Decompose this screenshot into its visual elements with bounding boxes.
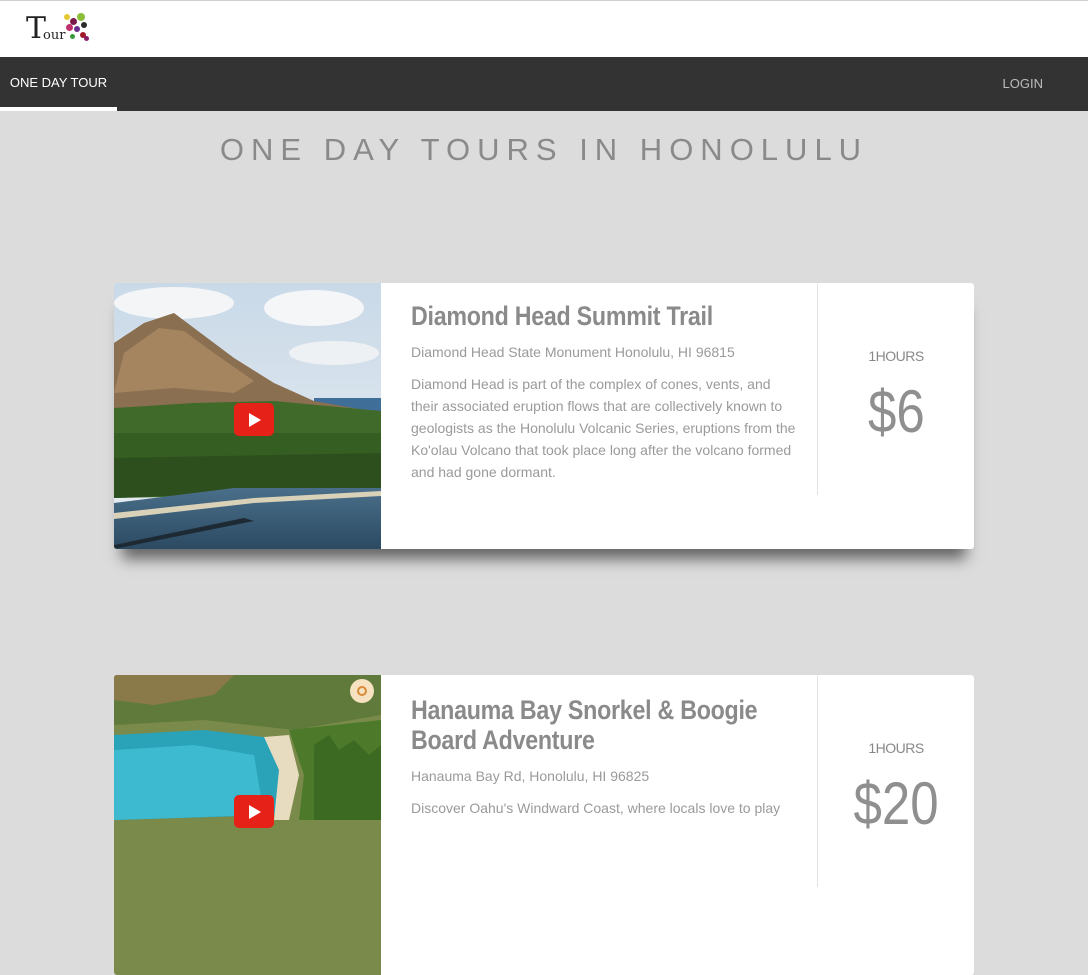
login-link[interactable]: LOGIN <box>1003 57 1043 111</box>
tour-title[interactable]: Diamond Head Summit Trail <box>411 301 807 331</box>
youtube-play-icon[interactable] <box>234 795 274 828</box>
main-navbar: ONE DAY TOUR LOGIN <box>0 57 1088 111</box>
tour-card: Hanauma Bay Snorkel & Boogie Board Adven… <box>114 675 974 975</box>
tour-card: Diamond Head Summit Trail Diamond Head S… <box>114 283 974 549</box>
top-bar: T our <box>0 0 1088 57</box>
tour-duration: 1HOURS <box>868 348 924 364</box>
tab-one-day-tour[interactable]: ONE DAY TOUR <box>0 57 117 111</box>
tour-info: Diamond Head Summit Trail Diamond Head S… <box>411 301 801 483</box>
tour-address: Hanauma Bay Rd, Honolulu, HI 96825 <box>411 768 650 784</box>
tour-video-thumbnail[interactable] <box>114 283 381 549</box>
tour-price: $20 <box>853 770 939 837</box>
tour-price-column: 1HOURS $6 <box>818 283 974 442</box>
logo-dot <box>84 36 89 41</box>
logo-text: our <box>43 28 66 43</box>
logo-dot <box>77 13 85 21</box>
logo-dot <box>64 14 70 20</box>
logo-dot <box>66 24 73 31</box>
page-title: ONE DAY TOURS IN HONOLULU <box>219 132 869 167</box>
youtube-play-icon[interactable] <box>234 403 274 436</box>
tour-video-thumbnail[interactable] <box>114 675 381 975</box>
flower-badge-icon <box>350 679 374 703</box>
logo-dot <box>81 22 87 28</box>
logo-dot <box>74 26 80 32</box>
tour-duration: 1HOURS <box>868 740 924 756</box>
tour-price: $6 <box>867 378 925 445</box>
tour-title[interactable]: Hanauma Bay Snorkel & Boogie Board Adven… <box>411 695 807 755</box>
tour-price-column: 1HOURS $20 <box>818 675 974 834</box>
tour-info: Hanauma Bay Snorkel & Boogie Board Adven… <box>411 695 801 819</box>
site-logo[interactable]: T our <box>26 12 90 48</box>
tour-description: Diamond Head is part of the complex of c… <box>411 376 796 480</box>
tour-address: Diamond Head State Monument Honolulu, HI… <box>411 344 735 360</box>
logo-dot <box>70 34 75 39</box>
